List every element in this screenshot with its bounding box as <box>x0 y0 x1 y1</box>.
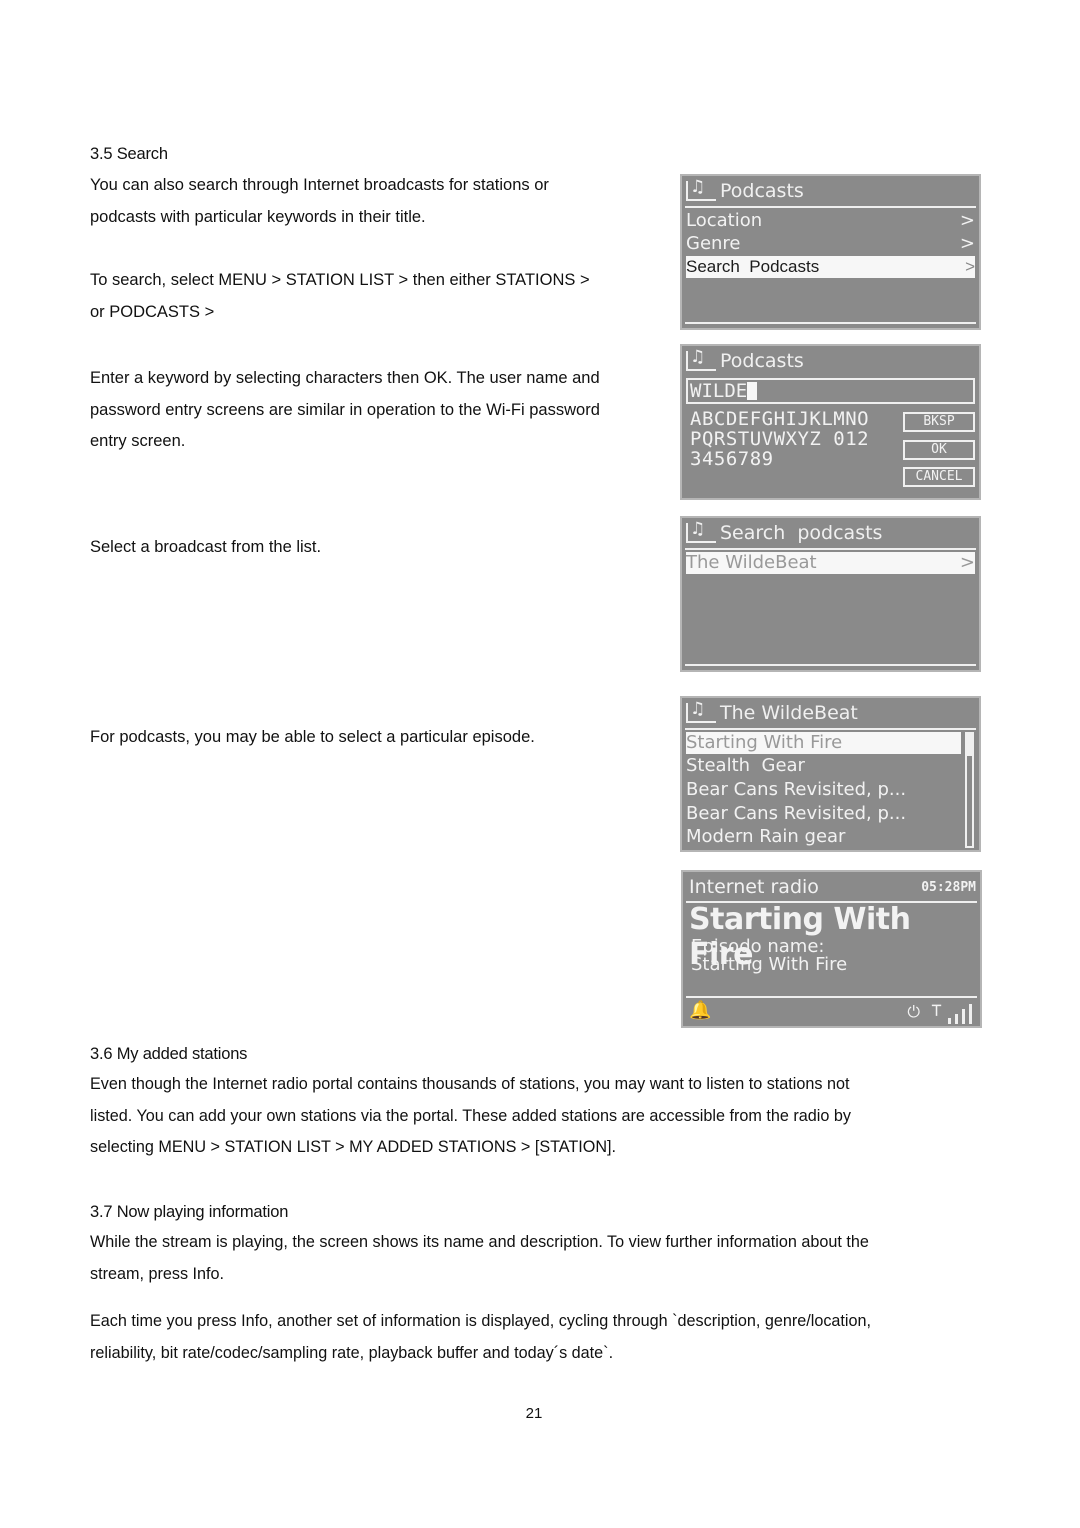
lcd-screen-now-playing: Internet radio 05:28PM Starting With Fir… <box>681 870 982 1028</box>
text-line: While the stream is playing, the screen … <box>90 1233 869 1251</box>
screen-title: Podcasts <box>686 177 804 204</box>
alarm-1-icon: 🔔 <box>689 1000 712 1021</box>
screen-title-text: Podcasts <box>720 180 804 202</box>
chevron-right-icon: > <box>965 257 975 276</box>
text-line: Even though the Internet radio portal co… <box>90 1075 850 1093</box>
text-line: or PODCASTS > <box>90 302 215 321</box>
screen-title: Search podcasts <box>686 519 883 546</box>
bottom-divider <box>685 664 976 666</box>
added-stations-paragraph: Even though the Internet radio portal co… <box>90 1069 851 1164</box>
cancel-button[interactable]: CANCEL <box>903 467 975 487</box>
title-divider <box>685 728 976 730</box>
antenna-icon: ⊤ <box>931 1000 942 1021</box>
text-line: stream, press Info. <box>90 1264 225 1283</box>
backspace-button[interactable]: BKSP <box>903 412 975 432</box>
section-heading-added-stations: 3.6 My added stations <box>90 1045 248 1063</box>
section-heading-now-playing: 3.7 Now playing information <box>90 1203 289 1221</box>
select-episode-paragraph: For podcasts, you may be able to select … <box>90 728 535 746</box>
ok-button[interactable]: OK <box>903 440 975 460</box>
text-line: To search, select MENU > STATION LIST > … <box>90 271 590 289</box>
keyboard-row-2[interactable]: PQRSTUVWXYZ 012 <box>690 430 869 449</box>
text-cursor <box>747 382 758 400</box>
text-line: listed. You can add your own stations vi… <box>90 1106 851 1125</box>
chevron-right-icon: > <box>959 233 975 254</box>
chevron-right-icon: > <box>959 552 975 573</box>
keyboard-row-1[interactable]: ABCDEFGHIJKLMNO <box>690 410 869 429</box>
scrollbar[interactable] <box>965 732 974 848</box>
keyword-input[interactable]: WILDE <box>686 378 975 404</box>
menu-item-genre[interactable]: Genre > <box>686 233 975 255</box>
lcd-screen-search-results: Search podcasts The WildeBeat > <box>680 516 981 672</box>
menu-item-label: Genre <box>686 233 741 254</box>
text-line: selecting MENU > STATION LIST > MY ADDED… <box>90 1138 617 1156</box>
menu-item-label: Search Podcasts <box>686 257 820 276</box>
keyword-input-value: WILDE <box>690 380 748 402</box>
result-item-the-wildebeat[interactable]: The WildeBeat > <box>686 552 975 574</box>
text-line: podcasts with particular keywords in the… <box>90 207 426 226</box>
signal-strength-icon <box>946 1002 974 1024</box>
episode-item[interactable]: Bear Cans Revisited, p... <box>686 803 961 825</box>
text-line: Enter a keyword by selecting characters … <box>90 369 600 387</box>
text-line: entry screen. <box>90 432 186 450</box>
menu-item-search-podcasts[interactable]: Search Podcasts > <box>686 256 975 278</box>
screen-title-text: The WildeBeat <box>720 702 858 724</box>
screen-title-text: Podcasts <box>720 350 804 372</box>
page-number: 21 <box>525 1405 543 1422</box>
status-divider <box>686 996 977 998</box>
episode-item[interactable]: Modern Rain gear <box>686 826 961 848</box>
title-divider <box>685 206 976 208</box>
episode-item[interactable]: Stealth Gear <box>686 755 961 777</box>
text-line: You can also search through Internet bro… <box>90 176 549 194</box>
search-instructions-paragraph: To search, select MENU > STATION LIST > … <box>90 265 590 328</box>
bottom-divider <box>685 322 976 324</box>
info-value: Starting With Fire <box>691 954 848 975</box>
result-item-label: The WildeBeat <box>686 552 817 573</box>
clock-time: 05:28PM <box>921 880 976 895</box>
podcast-music-icon <box>686 519 716 543</box>
podcast-music-icon <box>686 699 716 723</box>
select-broadcast-paragraph: Select a broadcast from the list. <box>90 538 322 556</box>
screen-title: The WildeBeat <box>686 699 858 726</box>
screen-title: Podcasts <box>686 347 804 374</box>
menu-item-location[interactable]: Location > <box>686 210 975 232</box>
search-intro-paragraph: You can also search through Internet bro… <box>90 170 549 233</box>
scrollbar-thumb[interactable] <box>967 734 972 757</box>
episode-item[interactable]: Starting With Fire <box>686 732 961 754</box>
now-playing-paragraph-2: Each time you press Info, another set of… <box>90 1306 871 1369</box>
text-line: password entry screens are similar in op… <box>90 400 600 419</box>
now-playing-paragraph-1: While the stream is playing, the screen … <box>90 1227 869 1290</box>
menu-item-label: Location <box>686 210 763 231</box>
text-line: Each time you press Info, another set of… <box>90 1312 872 1330</box>
keyboard-row-3[interactable]: 3456789 <box>690 450 774 469</box>
episode-item[interactable]: Bear Cans Revisited, p... <box>686 779 961 801</box>
chevron-right-icon: > <box>959 210 975 231</box>
keyword-entry-paragraph: Enter a keyword by selecting characters … <box>90 363 600 458</box>
podcast-music-icon <box>686 347 716 371</box>
power-plug-icon: ⏻ <box>907 1002 920 1021</box>
mode-label: Internet radio <box>689 876 819 898</box>
title-divider <box>685 548 976 550</box>
lcd-screen-episodes: The WildeBeat Starting With Fire Stealth… <box>680 696 981 852</box>
lcd-screen-keyword-entry: Podcasts WILDE ABCDEFGHIJKLMNO PQRSTUVWX… <box>680 344 981 500</box>
lcd-screen-podcasts-menu: Podcasts Location > Genre > Search Podcast… <box>680 174 981 330</box>
screen-title-text: Search podcasts <box>720 522 883 544</box>
podcast-music-icon <box>686 177 716 201</box>
section-heading-search: 3.5 Search <box>90 145 168 163</box>
text-line: reliability, bit rate/codec/sampling rat… <box>90 1343 614 1362</box>
